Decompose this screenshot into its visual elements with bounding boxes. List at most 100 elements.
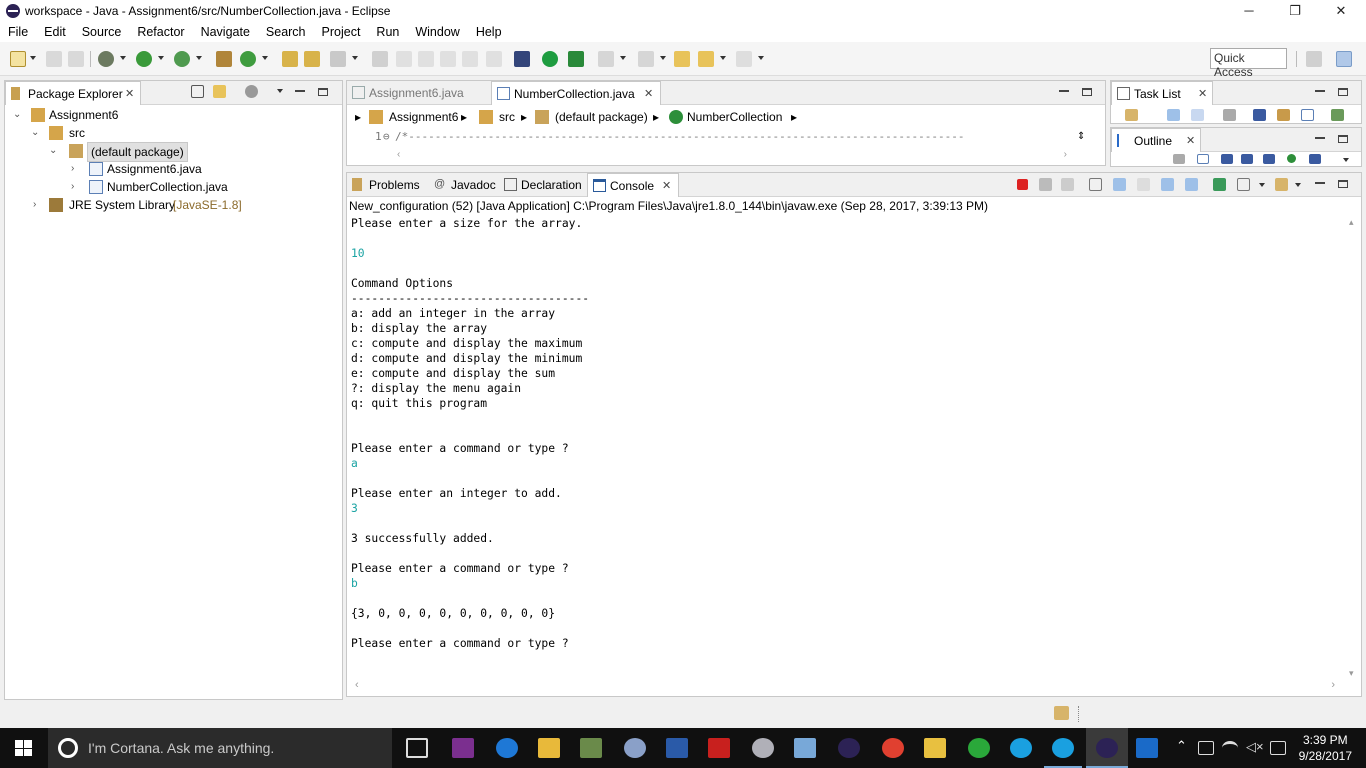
remove-launch-icon[interactable] bbox=[1039, 178, 1052, 191]
notes-icon[interactable] bbox=[794, 738, 816, 758]
close-icon[interactable]: ✕ bbox=[1198, 82, 1207, 106]
chevron-up-icon[interactable]: ⌃ bbox=[1176, 738, 1187, 754]
run-icon[interactable] bbox=[136, 51, 152, 67]
acrobat-icon[interactable] bbox=[708, 738, 730, 758]
chevron-down-icon[interactable] bbox=[1295, 183, 1301, 187]
tab-declaration[interactable]: Declaration bbox=[499, 173, 587, 197]
open-task-icon[interactable] bbox=[304, 51, 320, 67]
collapse-all-icon[interactable] bbox=[1197, 154, 1209, 164]
next-annotation-icon[interactable] bbox=[598, 51, 614, 67]
breadcrumb-class[interactable]: NumberCollection bbox=[687, 106, 782, 128]
menu-edit[interactable]: Edit bbox=[36, 25, 74, 39]
breadcrumb-package[interactable]: (default package) bbox=[555, 106, 648, 128]
maximize-view-button[interactable] bbox=[1338, 88, 1348, 96]
skip-breakpoints-icon[interactable] bbox=[514, 51, 530, 67]
tree-item-src[interactable]: ⌄ src bbox=[9, 124, 329, 142]
breadcrumb-project[interactable]: Assignment6 bbox=[389, 106, 458, 128]
chevron-right-icon[interactable]: › bbox=[71, 160, 74, 178]
chevron-down-icon[interactable] bbox=[120, 56, 126, 60]
tab-console[interactable]: Console ✕ bbox=[587, 173, 679, 197]
hide-fields-icon[interactable] bbox=[1241, 154, 1253, 164]
console-output[interactable]: Please enter a size for the array. 10 Comm… bbox=[347, 201, 1343, 681]
close-icon[interactable]: ✕ bbox=[662, 174, 671, 198]
close-icon[interactable]: ✕ bbox=[644, 82, 653, 106]
save-all-icon[interactable] bbox=[68, 51, 84, 67]
chevron-down-icon[interactable] bbox=[196, 56, 202, 60]
word-wrap-icon[interactable] bbox=[1137, 178, 1150, 191]
chevron-down-icon[interactable] bbox=[30, 56, 36, 60]
menu-navigate[interactable]: Navigate bbox=[193, 25, 258, 39]
tree-item-default-package[interactable]: ⌄ (default package) bbox=[9, 142, 329, 162]
save-icon[interactable] bbox=[46, 51, 62, 67]
menu-project[interactable]: Project bbox=[314, 25, 369, 39]
chevron-down-icon[interactable]: ⌄ bbox=[49, 142, 57, 160]
display-console-icon[interactable] bbox=[1237, 178, 1250, 191]
new-java-project-icon[interactable] bbox=[216, 51, 232, 67]
minimize-view-button[interactable] bbox=[295, 88, 305, 92]
maximize-view-button[interactable] bbox=[318, 88, 328, 96]
close-icon[interactable]: ✕ bbox=[125, 82, 134, 106]
windows-start-icon[interactable] bbox=[15, 740, 32, 756]
menu-search[interactable]: Search bbox=[258, 25, 314, 39]
maximize-view-button[interactable] bbox=[1338, 180, 1348, 188]
pin-console-icon[interactable] bbox=[1213, 178, 1226, 191]
sticky-notes-icon[interactable] bbox=[924, 738, 946, 758]
hide-nonpublic-icon[interactable] bbox=[1287, 154, 1296, 163]
utorrent-icon[interactable] bbox=[968, 738, 990, 758]
tree-item-project[interactable]: ⌄ Assignment6 bbox=[9, 106, 329, 124]
annotation-icon[interactable] bbox=[372, 51, 388, 67]
chevron-down-icon[interactable] bbox=[352, 56, 358, 60]
chevron-down-icon[interactable]: ⌄ bbox=[13, 106, 21, 124]
chevron-down-icon[interactable] bbox=[1259, 183, 1265, 187]
keyboard-icon[interactable] bbox=[1270, 741, 1286, 755]
view-menu-icon[interactable] bbox=[277, 89, 283, 93]
chevron-down-icon[interactable] bbox=[262, 56, 268, 60]
close-icon[interactable]: ✕ bbox=[1186, 129, 1195, 153]
hide-local-types-icon[interactable] bbox=[1309, 154, 1321, 164]
open-perspective-icon[interactable] bbox=[1306, 51, 1322, 67]
snipping-tool-icon[interactable] bbox=[752, 738, 774, 758]
menu-source[interactable]: Source bbox=[74, 25, 130, 39]
outlook-icon[interactable] bbox=[1136, 738, 1158, 758]
eclipse-icon[interactable] bbox=[838, 738, 860, 758]
eclipse-icon[interactable] bbox=[1096, 738, 1118, 758]
cortana-search-box[interactable]: I'm Cortana. Ask me anything. bbox=[48, 728, 392, 768]
minimize-view-button[interactable] bbox=[1315, 135, 1325, 139]
tab-javadoc[interactable]: @ Javadoc bbox=[429, 173, 499, 197]
collapse-icon[interactable] bbox=[1301, 109, 1314, 121]
word-wrap-icon[interactable] bbox=[462, 51, 478, 67]
minimize-view-button[interactable] bbox=[1315, 88, 1325, 92]
fold-icon[interactable]: ⊖ bbox=[383, 129, 390, 145]
app-icon[interactable] bbox=[580, 738, 602, 758]
chevron-down-icon[interactable]: ⌄ bbox=[31, 124, 39, 142]
maximize-view-button[interactable] bbox=[1338, 135, 1348, 143]
chrome-icon[interactable] bbox=[882, 738, 904, 758]
console-hscrollbar[interactable]: ‹ › bbox=[347, 679, 1343, 693]
terminate-icon[interactable] bbox=[568, 51, 584, 67]
volume-icon[interactable]: ◁× bbox=[1246, 739, 1264, 755]
breadcrumb-src[interactable]: src bbox=[499, 106, 515, 128]
chevron-down-icon[interactable] bbox=[620, 56, 626, 60]
minimize-view-button[interactable] bbox=[1315, 180, 1325, 184]
minimize-window-button[interactable]: ─ bbox=[1226, 0, 1272, 22]
skype-business-icon[interactable] bbox=[1052, 738, 1074, 758]
word-icon[interactable] bbox=[666, 738, 688, 758]
code-line[interactable]: 1 ⊖ /*----------------------------------… bbox=[347, 129, 1105, 145]
chevron-left-icon[interactable]: ‹ bbox=[397, 149, 400, 160]
block-selection-icon[interactable] bbox=[440, 51, 456, 67]
clear-console-icon[interactable] bbox=[1089, 178, 1102, 191]
remove-all-launches-icon[interactable] bbox=[1061, 178, 1074, 191]
battery-icon[interactable] bbox=[1198, 741, 1214, 755]
menu-help[interactable]: Help bbox=[468, 25, 510, 39]
wifi-icon[interactable] bbox=[1222, 741, 1238, 755]
categorized-icon[interactable] bbox=[1167, 109, 1180, 121]
sync-icon[interactable] bbox=[1173, 154, 1185, 164]
skype-icon[interactable] bbox=[1010, 738, 1032, 758]
filter-icon[interactable] bbox=[1253, 109, 1266, 121]
menu-refactor[interactable]: Refactor bbox=[129, 25, 192, 39]
menu-window[interactable]: Window bbox=[407, 25, 467, 39]
tab-problems[interactable]: Problems bbox=[347, 173, 427, 197]
chevron-down-icon[interactable] bbox=[158, 56, 164, 60]
view-menu-icon[interactable] bbox=[1343, 158, 1349, 162]
scroll-lock-icon[interactable] bbox=[1113, 178, 1126, 191]
